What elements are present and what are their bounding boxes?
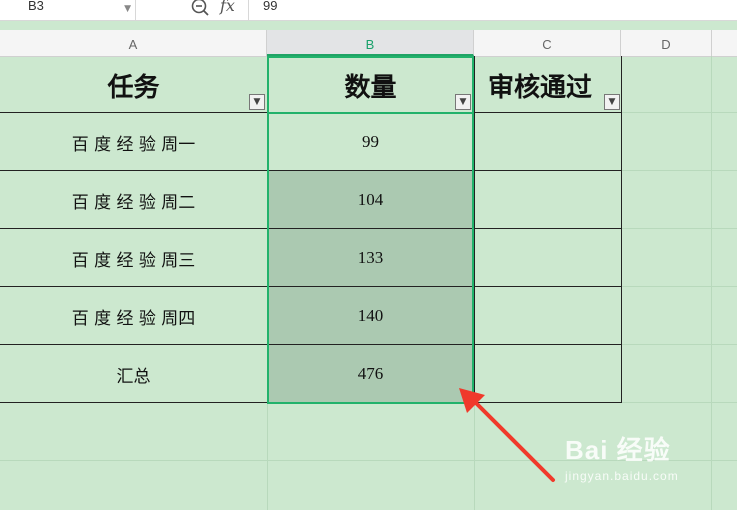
formula-input[interactable]: 99 — [248, 0, 737, 20]
column-header-e[interactable] — [712, 30, 737, 56]
dropdown-arrow-icon[interactable]: ▼ — [124, 4, 131, 14]
approved-cell[interactable] — [474, 171, 621, 229]
column-header-b[interactable]: B — [267, 30, 474, 56]
approved-cell[interactable] — [474, 287, 621, 345]
task-cell[interactable]: 百 度 经 验 周三 — [0, 229, 267, 287]
filter-dropdown-icon[interactable]: ▼ — [249, 94, 265, 110]
red-arrow-annotation — [459, 388, 555, 482]
approved-cell[interactable] — [474, 229, 621, 287]
column-header-a[interactable]: A — [0, 30, 267, 56]
watermark-url: jingyan.baidu.com — [565, 469, 679, 483]
column-header-c[interactable]: C — [474, 30, 621, 56]
formula-bar: B3 ▼ fx 99 — [0, 0, 737, 21]
total-label-cell[interactable]: 汇总 — [0, 345, 267, 403]
formula-value: 99 — [263, 0, 278, 13]
header-cell-task[interactable]: 任务 — [0, 57, 267, 113]
name-box[interactable]: B3 ▼ — [0, 0, 136, 20]
watermark-logo: Bai 经验 — [565, 435, 671, 465]
column-header-row: A B C D — [0, 30, 737, 57]
zoom-icon[interactable] — [190, 0, 212, 21]
filter-dropdown-icon[interactable]: ▼ — [604, 94, 620, 110]
task-cell[interactable]: 百 度 经 验 周二 — [0, 171, 267, 229]
table-border — [621, 56, 622, 403]
cell-reference: B3 — [28, 0, 44, 13]
table-border — [474, 56, 475, 403]
header-cell-approved[interactable]: 审核通过 — [474, 57, 621, 113]
task-cell[interactable]: 百 度 经 验 周四 — [0, 287, 267, 345]
approved-cell[interactable] — [474, 113, 621, 171]
fx-icon[interactable]: fx — [220, 0, 235, 15]
column-b-header-highlight — [267, 56, 474, 113]
cell-selection[interactable] — [267, 112, 474, 404]
task-cell[interactable]: 百 度 经 验 周一 — [0, 113, 267, 171]
column-header-d[interactable]: D — [621, 30, 712, 56]
baidu-watermark: Bai 经验 jingyan.baidu.com — [565, 430, 679, 483]
